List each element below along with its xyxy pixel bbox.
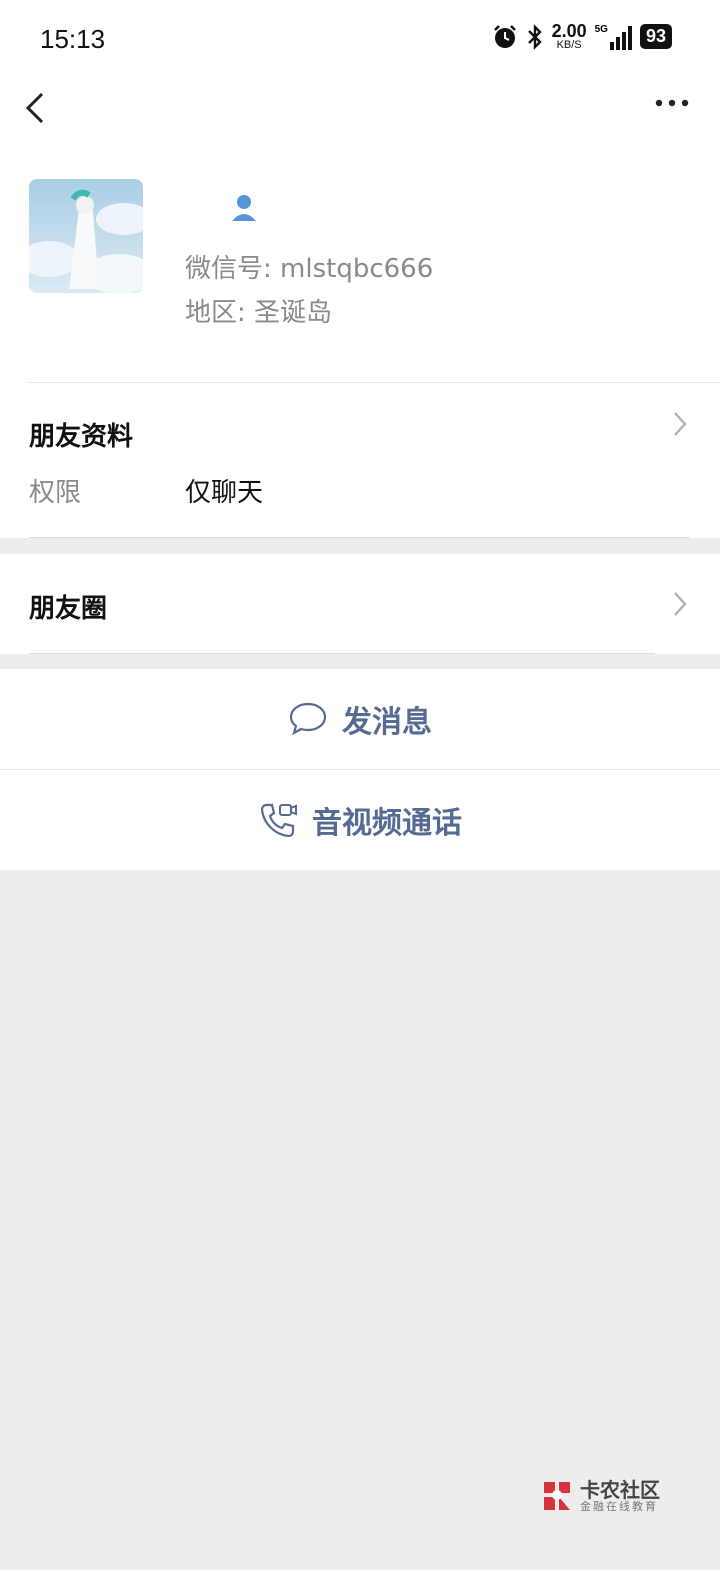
chat-bubble-icon <box>289 702 327 736</box>
bluetooth-icon <box>527 23 542 50</box>
battery-indicator: 93 <box>639 24 672 49</box>
status-time: 15:13 <box>40 24 106 54</box>
divider <box>29 653 655 654</box>
friend-info-title[interactable]: 朋友资料 <box>29 416 133 453</box>
send-message-label: 发消息 <box>342 705 432 740</box>
chevron-right-icon <box>674 592 687 616</box>
region: 地区: 圣诞岛 <box>185 298 333 328</box>
kanong-logo-icon <box>544 1482 570 1510</box>
video-call-button[interactable]: 音视频通话 <box>0 770 720 870</box>
gender-person-icon <box>232 195 256 221</box>
back-arrow-icon[interactable] <box>22 90 50 126</box>
permission-label: 权限 <box>29 478 82 508</box>
video-call-label: 音视频通话 <box>312 806 462 841</box>
watermark-logo: 卡农社区 金融在线教育 <box>540 1478 660 1514</box>
divider <box>29 537 690 538</box>
avatar[interactable] <box>29 179 143 293</box>
nav-bar <box>0 80 720 136</box>
network-speed: 2.00 KB/S <box>551 21 587 51</box>
status-icons: 2.00 KB/S 5G 93 <box>492 22 672 51</box>
signal-icon: 5G <box>595 24 632 50</box>
permission-value: 仅聊天 <box>185 478 264 508</box>
moments-row[interactable]: 朋友圈 <box>0 554 720 654</box>
alarm-icon <box>493 24 516 48</box>
send-message-button[interactable]: 发消息 <box>0 669 720 769</box>
phone-video-icon <box>260 803 297 838</box>
divider <box>29 382 720 383</box>
moments-title: 朋友圈 <box>29 594 108 624</box>
status-bar: 15:13 2.00 KB/S 5G 93 <box>0 0 720 80</box>
more-options-icon[interactable] <box>654 98 690 108</box>
wechat-id: 微信号: mlstqbc666 <box>185 254 434 284</box>
chevron-right-icon <box>674 412 687 436</box>
